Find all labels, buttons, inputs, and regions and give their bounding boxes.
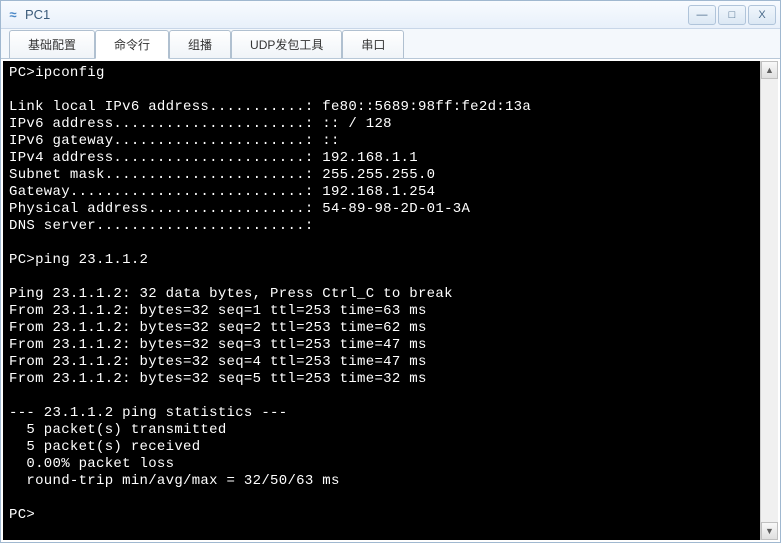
scroll-down-icon[interactable]: ▼	[761, 522, 778, 540]
close-button[interactable]: X	[748, 5, 776, 25]
maximize-button[interactable]: □	[718, 5, 746, 25]
window-controls: — □ X	[688, 5, 776, 25]
terminal-container: PC>ipconfig Link local IPv6 address.....…	[1, 59, 780, 542]
scroll-up-icon[interactable]: ▲	[761, 61, 778, 79]
terminal-output[interactable]: PC>ipconfig Link local IPv6 address.....…	[3, 61, 760, 540]
tab-multicast[interactable]: 组播	[169, 30, 231, 58]
tab-serial[interactable]: 串口	[342, 30, 404, 58]
tab-udp-tool[interactable]: UDP发包工具	[231, 30, 342, 58]
tab-bar: 基础配置 命令行 组播 UDP发包工具 串口	[1, 29, 780, 59]
vertical-scrollbar[interactable]: ▲ ▼	[760, 61, 778, 540]
tab-command-line[interactable]: 命令行	[95, 30, 169, 59]
app-icon: ≈	[5, 7, 21, 23]
titlebar[interactable]: ≈ PC1 — □ X	[1, 1, 780, 29]
scroll-track[interactable]	[761, 79, 778, 522]
window-frame: ≈ PC1 — □ X 基础配置 命令行 组播 UDP发包工具 串口 PC>ip…	[0, 0, 781, 543]
window-title: PC1	[25, 7, 688, 22]
minimize-button[interactable]: —	[688, 5, 716, 25]
tab-basic-config[interactable]: 基础配置	[9, 30, 95, 58]
